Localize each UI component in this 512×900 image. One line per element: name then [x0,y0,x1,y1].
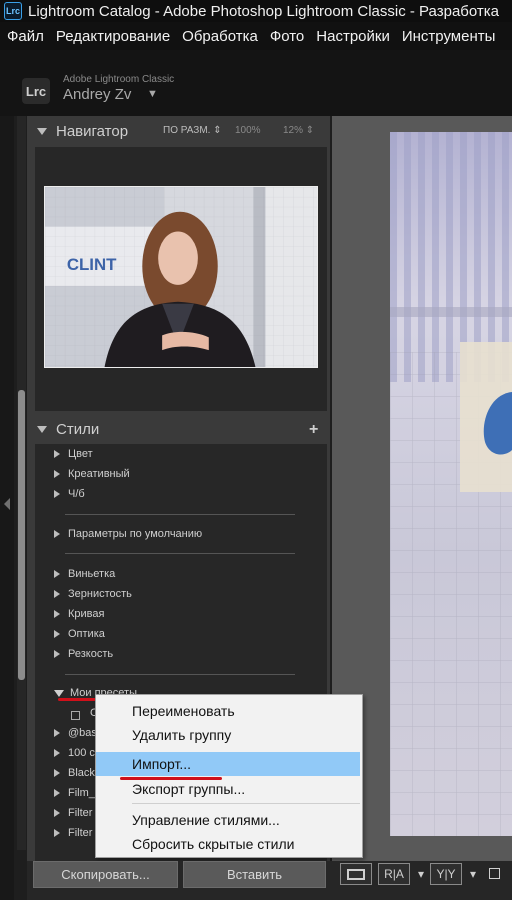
style-group-optics[interactable]: Оптика [54,625,105,643]
expand-triangle-icon [54,590,60,598]
user-menu-caret-icon[interactable]: ▼ [147,88,158,100]
style-group-100ci[interactable]: 100 ci [54,744,97,762]
expand-triangle-icon [54,789,60,797]
navigator-header[interactable]: Навигатор [37,117,128,145]
navigator-title: Навигатор [56,122,129,140]
title-bar: Lrc Lightroom Catalog - Adobe Photoshop … [0,0,512,22]
zoom-100-option[interactable]: 100% [235,125,261,136]
style-group-filter-1[interactable]: Filter [54,804,92,822]
updown-icon: ⇕ [305,125,315,136]
dropdown-arrow-icon[interactable]: ▾ [466,863,480,885]
updown-icon: ⇕ [213,125,222,136]
expand-triangle-icon [54,749,60,757]
style-group-bw[interactable]: Ч/б [54,485,85,503]
collapse-triangle-icon [54,689,64,697]
zoom-fit-option[interactable]: ПО РАЗМ. ⇕ [163,125,222,136]
collapse-left-panel-arrow-icon[interactable] [4,498,10,510]
expand-triangle-icon [54,650,60,658]
expand-triangle-icon [54,610,60,618]
styles-title: Стили [56,420,100,438]
portrait-photo-thumbnail: CLINT [45,187,317,367]
style-group-curve[interactable]: Кривая [54,605,104,623]
expand-triangle-icon [54,450,60,458]
menu-item-manage-styles[interactable]: Управление стилями... [96,808,360,832]
before-after-ra-button[interactable]: R|A [378,863,410,885]
add-style-plus-icon[interactable]: + [309,421,318,439]
main-photo-view[interactable] [390,132,512,836]
menu-edit[interactable]: Редактирование [50,28,176,45]
style-group-basic[interactable]: @bas [54,724,97,742]
collapse-triangle-icon [37,425,47,433]
style-group-grain[interactable]: Зернистость [54,585,132,603]
divider [65,553,295,554]
styles-header[interactable]: Стили [37,415,99,443]
style-group-black[interactable]: Black [54,764,95,782]
navigator-thumbnail[interactable]: CLINT [44,186,318,368]
before-after-yy-button[interactable]: Y|Y [430,863,462,885]
expand-triangle-icon [54,729,60,737]
expand-triangle-icon [54,530,60,538]
dropdown-arrow-icon[interactable]: ▾ [414,863,428,885]
menu-settings[interactable]: Настройки [310,28,396,45]
divider [65,514,295,515]
expand-triangle-icon [54,490,60,498]
expand-triangle-icon [54,769,60,777]
menu-photo[interactable]: Фото [264,28,310,45]
loupe-view-icon [347,868,365,880]
copy-settings-button[interactable]: Скопировать... [33,861,178,888]
menu-tools[interactable]: Инструменты [396,28,502,45]
loupe-view-button[interactable] [340,863,372,885]
menu-file[interactable]: Файл [0,28,50,45]
expand-triangle-icon [54,470,60,478]
menu-item-export-group[interactable]: Экспорт группы... [96,777,360,801]
menu-item-delete-group[interactable]: Удалить группу [96,723,360,747]
menu-separator [132,803,360,804]
menu-item-rename[interactable]: Переименовать [96,699,360,723]
menu-item-reset-hidden-styles[interactable]: Сбросить скрытые стили [96,832,360,856]
style-group-vignette[interactable]: Виньетка [54,565,115,583]
preset-checkbox-icon[interactable] [71,711,80,720]
expand-triangle-icon [54,630,60,638]
window-title: Lightroom Catalog - Adobe Photoshop Ligh… [28,2,499,20]
toolbar-checkbox-icon[interactable] [489,868,500,879]
expand-triangle-icon [54,829,60,837]
lightroom-app-icon: Lrc [4,2,22,20]
divider [65,674,295,675]
menu-item-import[interactable]: Импорт... [96,752,360,776]
user-name[interactable]: Andrey Zv [63,86,131,103]
app-name: Adobe Lightroom Classic [63,74,175,85]
zoom-12-option[interactable]: 12% ⇕ [283,125,314,136]
style-group-creative[interactable]: Креативный [54,465,130,483]
paste-settings-button[interactable]: Вставить [183,861,326,888]
style-group-filter-2[interactable]: Filter [54,824,92,842]
main-photo-image [390,132,512,836]
style-group-sharpening[interactable]: Резкость [54,645,113,663]
red-annotation-underline [58,698,98,701]
expand-triangle-icon [54,809,60,817]
expand-triangle-icon [54,570,60,578]
collapse-triangle-icon [37,127,47,135]
style-group-film[interactable]: Film_ [54,784,95,802]
lightroom-logo-icon: Lrc [22,78,50,104]
menu-bar: Файл Редактирование Обработка Фото Настр… [0,22,512,50]
left-panel-scroll-thumb[interactable] [18,390,25,680]
style-group-color[interactable]: Цвет [54,445,93,463]
style-group-defaults[interactable]: Параметры по умолчанию [54,525,202,543]
menu-develop[interactable]: Обработка [176,28,264,45]
